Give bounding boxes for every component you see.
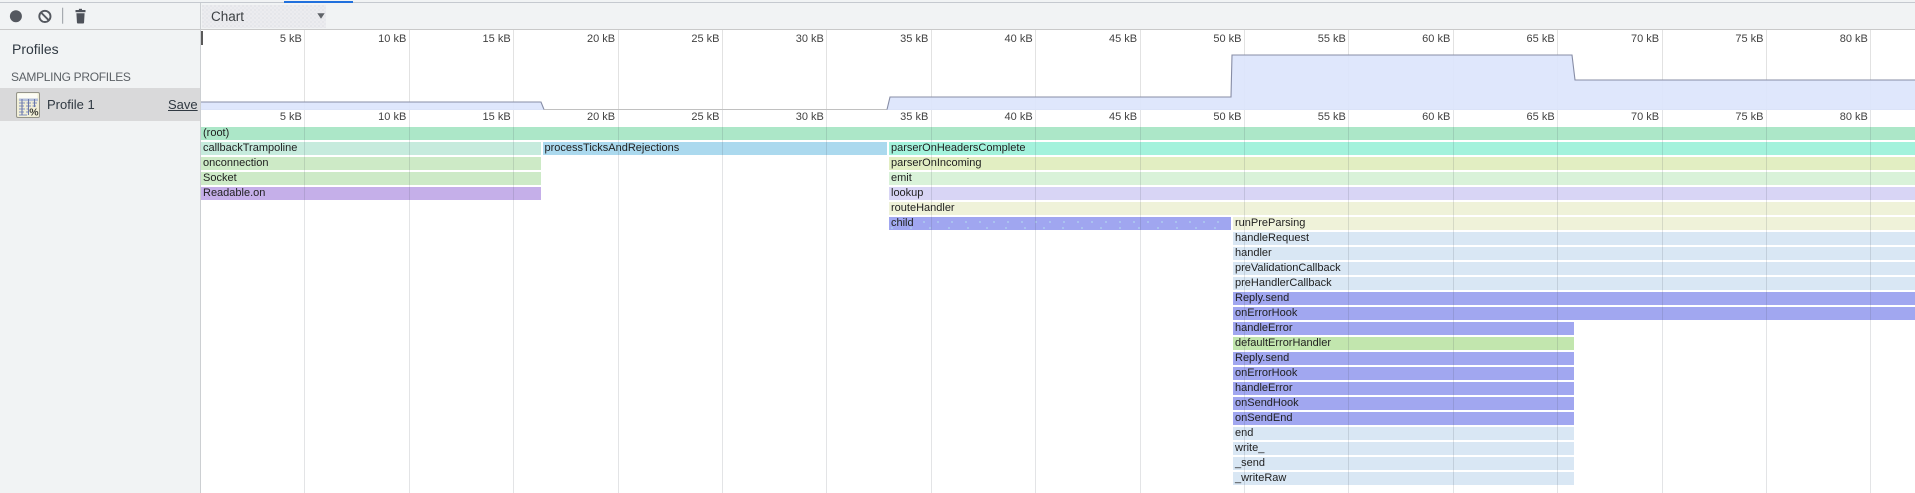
svg-text:%: %	[29, 107, 39, 119]
